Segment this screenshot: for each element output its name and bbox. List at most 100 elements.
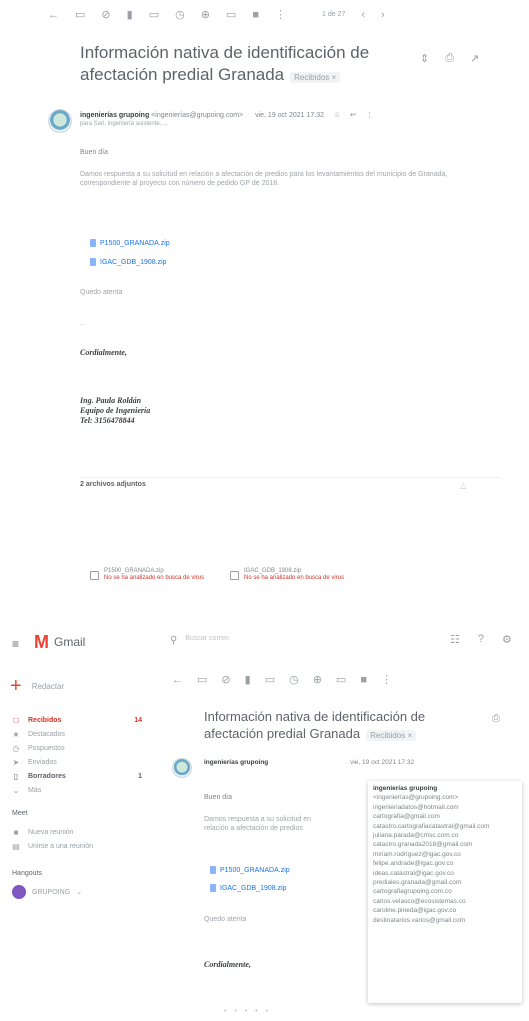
- inline-attachment[interactable]: IGAC_GDB_1908.zip: [90, 258, 167, 266]
- zip-icon: [90, 570, 99, 580]
- attachment-chip[interactable]: P1500_GRANADA.zip No se ha analizado en b…: [90, 568, 204, 582]
- inline-attachment[interactable]: P1500_GRANADA.zip: [90, 239, 170, 247]
- meet-join-meeting[interactable]: ▤ Unirse a una reunión: [12, 839, 142, 853]
- body-paragraph: Damos respuesta a su solicitud en relaci…: [80, 171, 448, 187]
- sidebar-item-drafts[interactable]: ▯ Borradores 1: [12, 769, 142, 783]
- expand-all-icon[interactable]: ⇕: [420, 52, 429, 65]
- recipients-popup: ingenierías grupoing <ingenierías@grupoi…: [368, 781, 522, 1003]
- report-icon[interactable]: ⊘: [101, 8, 110, 21]
- add-task-icon[interactable]: ⊕: [201, 8, 210, 21]
- arrow-back-icon[interactable]: ←: [48, 9, 59, 21]
- bottom-toolbar: ← ▭ ⊘ ▮ ▭ ◷ ⊕ ▭ ■ ⋮: [172, 673, 522, 687]
- closing-short: Quedo atenta: [80, 289, 123, 296]
- more-icon[interactable]: ⋮: [366, 112, 373, 119]
- add-task-icon[interactable]: ⊕: [313, 673, 322, 686]
- print-icon[interactable]: ⎙: [492, 713, 500, 724]
- recipients-line[interactable]: para Sari, ingeniería asistente, ...: [80, 120, 480, 128]
- drive-icon[interactable]: △: [460, 481, 466, 490]
- meet-new-meeting[interactable]: ■ Nueva reunión: [12, 825, 142, 839]
- label-icon[interactable]: ■: [252, 9, 259, 21]
- sender-email: <ingenierías@grupoing.com>: [151, 112, 244, 119]
- more-icon[interactable]: ⋮: [381, 673, 392, 686]
- star-icon: ★: [12, 729, 20, 739]
- archive-icon[interactable]: ▭: [75, 8, 85, 21]
- recipient-line[interactable]: cartografia@gmail.com: [373, 812, 517, 821]
- move-icon[interactable]: ▭: [226, 8, 236, 21]
- inbox-icon: □: [13, 715, 19, 725]
- inline-attachment[interactable]: IGAC_GDB_1908.zip: [210, 884, 287, 892]
- send-icon: ➤: [12, 757, 20, 767]
- recipient-line[interactable]: prediales.granada@gmail.com: [373, 878, 517, 887]
- recipient-line[interactable]: ingenieriadatos@hotmail.com: [373, 803, 517, 812]
- compose-button[interactable]: + Redactar: [10, 676, 64, 696]
- search-bar[interactable]: ⚲ Buscar correo: [170, 635, 420, 646]
- recipient-line[interactable]: destinatarios.varios@gmail.com: [373, 916, 517, 925]
- trash-icon[interactable]: ▮: [127, 8, 133, 21]
- draft-icon: ▯: [13, 771, 19, 781]
- snooze-icon[interactable]: ◷: [175, 8, 185, 21]
- star-icon[interactable]: ☆: [334, 112, 340, 119]
- sidebar-item-more[interactable]: ⌄ Más: [12, 783, 142, 797]
- zip-icon: [230, 570, 239, 580]
- recipient-line[interactable]: <ingenierías@grupoing.com>: [373, 793, 517, 802]
- arrow-back-icon[interactable]: ←: [172, 674, 183, 686]
- settings-icon[interactable]: ⚙: [502, 633, 512, 646]
- chevron-down-icon[interactable]: ⌄: [76, 888, 82, 896]
- report-icon[interactable]: ⊘: [221, 673, 230, 686]
- sidebar-item-snoozed[interactable]: ◷ Pospuestos: [12, 741, 142, 755]
- prev-icon[interactable]: ‹: [361, 9, 365, 21]
- hangouts-title: Hangouts: [12, 870, 42, 877]
- next-icon[interactable]: ›: [381, 9, 385, 21]
- sender-name[interactable]: ingenierías grupoing: [204, 759, 268, 766]
- hangouts-user[interactable]: GRUPOING ⌄: [12, 885, 82, 899]
- more-icon[interactable]: ⋮: [275, 8, 286, 21]
- email-date: vie, 19 oct 2021 17:32: [350, 759, 415, 766]
- label-chip[interactable]: Recibidos ×: [290, 72, 341, 83]
- label-icon[interactable]: ■: [360, 674, 367, 686]
- separator-dash: --: [80, 322, 85, 329]
- expand-icon: ⌄: [12, 785, 20, 795]
- archive-icon[interactable]: ▭: [197, 673, 207, 686]
- menu-icon[interactable]: ≡: [12, 637, 19, 651]
- move-icon[interactable]: ▭: [336, 673, 346, 686]
- file-icon: [90, 258, 96, 266]
- file-icon: [210, 884, 216, 892]
- reply-icon[interactable]: ↩: [350, 112, 356, 119]
- top-toolbar: ← ▭ ⊘ ▮ ▭ ◷ ⊕ ▭ ■ ⋮ 1 de 27 ‹ ›: [48, 8, 518, 22]
- recipient-line[interactable]: felipe.andrade@igac.gov.co: [373, 859, 517, 868]
- sender-name[interactable]: ingenierías grupoing: [80, 112, 149, 119]
- recipient-line[interactable]: cartografiagrupoing.com.co: [373, 887, 517, 896]
- mark-unread-icon[interactable]: ▭: [265, 673, 275, 686]
- sidebar-item-starred[interactable]: ★ Destacados: [12, 727, 142, 741]
- recipient-line[interactable]: catastro.cartografiacatastral@gmail.com: [373, 822, 517, 831]
- recipient-line[interactable]: miriam.rodríguez@igac.gov.co: [373, 850, 517, 859]
- recipient-line[interactable]: carlos.velasco@ecosistemas.co: [373, 897, 517, 906]
- gmail-logo[interactable]: M Gmail: [34, 633, 85, 651]
- signature: Ing. Paula Roldán Equipo de Ingeniería T…: [80, 396, 151, 425]
- attachment-chip[interactable]: IGAC_GDB_1908.zip No se ha analizado en b…: [230, 568, 344, 582]
- filter-icon[interactable]: ☷: [450, 633, 460, 646]
- snooze-icon: ◷: [12, 743, 20, 753]
- snooze-icon[interactable]: ◷: [289, 673, 299, 686]
- sidebar: □ Recibidos 14 ★ Destacados ◷ Pospuestos ➤ En…: [12, 713, 142, 797]
- file-icon: [90, 239, 96, 247]
- email-subject: Información nativa de identificación de …: [204, 709, 426, 741]
- new-window-icon[interactable]: ↗: [470, 52, 479, 65]
- sidebar-item-inbox[interactable]: □ Recibidos 14: [12, 713, 142, 727]
- trash-icon[interactable]: ▮: [245, 673, 251, 686]
- label-chip[interactable]: Recibidos ×: [366, 730, 417, 741]
- keyboard-icon: ▤: [12, 841, 20, 851]
- recipient-line[interactable]: ideas.catastral@igac.gov.co: [373, 869, 517, 878]
- inline-attachment[interactable]: P1500_GRANADA.zip: [210, 866, 290, 874]
- sidebar-item-sent[interactable]: ➤ Enviados: [12, 755, 142, 769]
- print-icon[interactable]: ⎙: [445, 52, 454, 65]
- recipient-line[interactable]: caroline.pineda@igac.gov.co: [373, 906, 517, 915]
- mark-unread-icon[interactable]: ▭: [149, 8, 159, 21]
- greeting: Buen día: [204, 794, 233, 801]
- help-icon[interactable]: ?: [478, 633, 484, 646]
- recipient-line[interactable]: juliana.parada@cmsc.com.co: [373, 831, 517, 840]
- sender-header: ingenierías grupoing <ingenierías@grupoi…: [80, 111, 480, 128]
- recipient-line[interactable]: catastro.granada2018@gmail.com: [373, 840, 517, 849]
- divider: [80, 477, 500, 478]
- search-input[interactable]: Buscar correo: [185, 635, 229, 646]
